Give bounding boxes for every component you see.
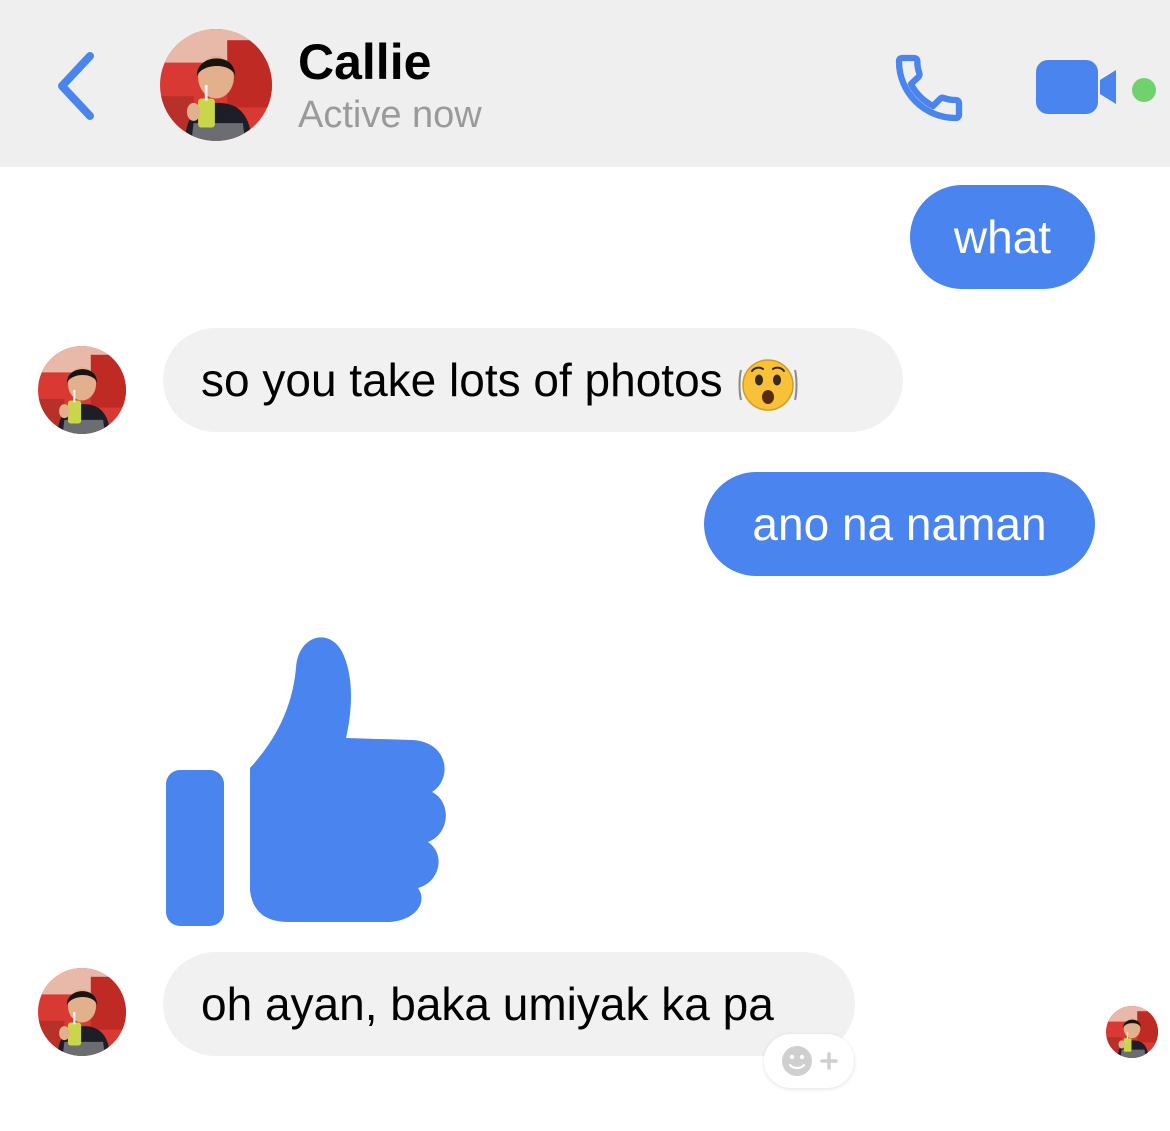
back-button[interactable] bbox=[46, 48, 106, 124]
call-button[interactable] bbox=[888, 48, 970, 128]
outgoing-message-bubble[interactable]: ano na naman bbox=[704, 472, 1095, 576]
like-sticker[interactable] bbox=[160, 628, 452, 930]
seen-receipt-avatar bbox=[1106, 1006, 1158, 1058]
active-indicator-dot bbox=[1132, 78, 1156, 102]
hushed-face-emoji-icon bbox=[737, 348, 799, 411]
sender-avatar[interactable] bbox=[38, 968, 126, 1056]
messenger-chat-screen: Callie Active now what so you take lots … bbox=[0, 0, 1170, 1131]
add-reaction-icon bbox=[782, 1046, 838, 1076]
add-reaction-button[interactable] bbox=[764, 1034, 854, 1088]
thumbs-up-icon bbox=[166, 637, 446, 926]
active-status: Active now bbox=[298, 94, 482, 136]
chat-header: Callie Active now bbox=[0, 0, 1170, 167]
outgoing-message-bubble[interactable]: what bbox=[910, 185, 1095, 289]
sender-avatar[interactable] bbox=[38, 346, 126, 434]
contact-name[interactable]: Callie bbox=[298, 32, 431, 92]
contact-avatar[interactable] bbox=[160, 29, 272, 141]
video-call-button[interactable] bbox=[1034, 58, 1124, 116]
video-camera-icon bbox=[1036, 60, 1116, 114]
chevron-left-icon bbox=[58, 52, 94, 120]
incoming-message-bubble[interactable]: so you take lots of photos bbox=[163, 328, 903, 432]
message-text: so you take lots of photos bbox=[201, 354, 723, 406]
phone-icon bbox=[895, 54, 963, 122]
message-text: oh ayan, baka umiyak ka pa bbox=[201, 978, 774, 1030]
incoming-message-bubble[interactable]: oh ayan, baka umiyak ka pa bbox=[163, 952, 855, 1056]
